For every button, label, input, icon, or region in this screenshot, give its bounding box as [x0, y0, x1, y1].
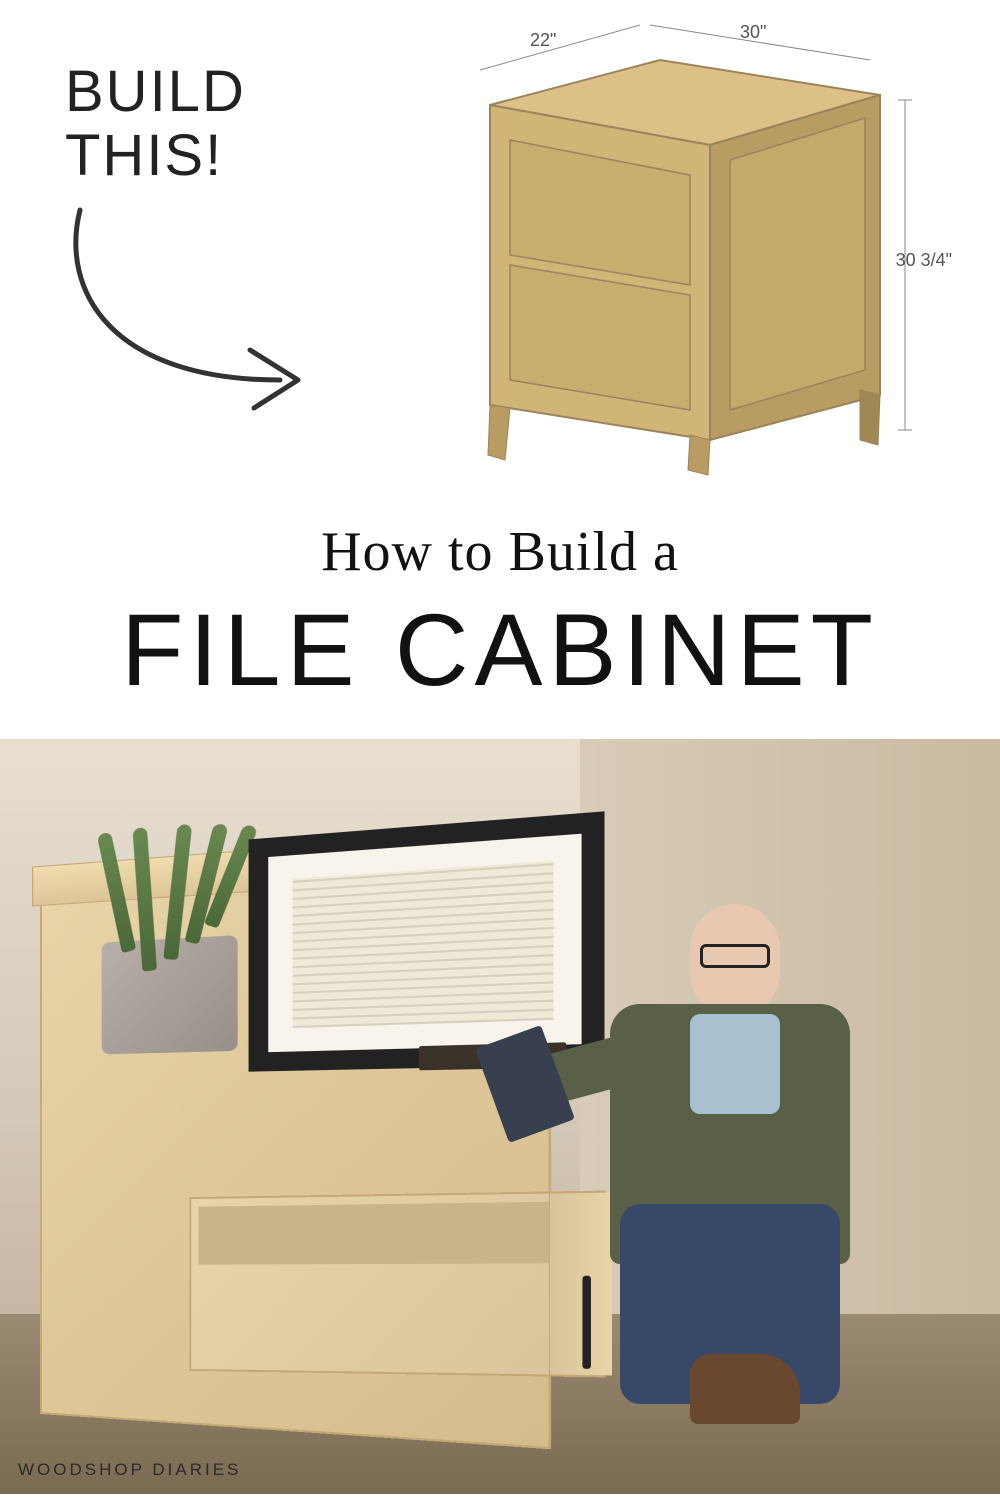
dimension-height: 30 3/4": [896, 250, 952, 271]
title-line-2: FILE CABINET: [0, 592, 1000, 709]
photo-section: WOODSHOP DIARIES: [0, 739, 1000, 1494]
picture-frame: [249, 811, 605, 1071]
person: [580, 864, 900, 1424]
callout-line-1: BUILD: [65, 60, 246, 124]
dimension-depth: 22": [530, 30, 556, 51]
title-line-1: How to Build a: [0, 520, 1000, 584]
plant: [112, 820, 227, 962]
arrow-icon: [50, 200, 330, 430]
cabinet-3d-diagram: 22" 30" 30 3/4": [410, 10, 940, 480]
title-block: How to Build a FILE CABINET: [0, 500, 1000, 739]
dimension-width: 30": [740, 22, 766, 43]
callout-line-2: THIS!: [65, 124, 246, 188]
open-drawer: [189, 1191, 605, 1378]
build-this-callout: BUILD THIS!: [65, 60, 246, 188]
watermark: WOODSHOP DIARIES: [18, 1460, 241, 1480]
diagram-section: BUILD THIS!: [0, 0, 1000, 500]
glasses-icon: [700, 944, 770, 968]
